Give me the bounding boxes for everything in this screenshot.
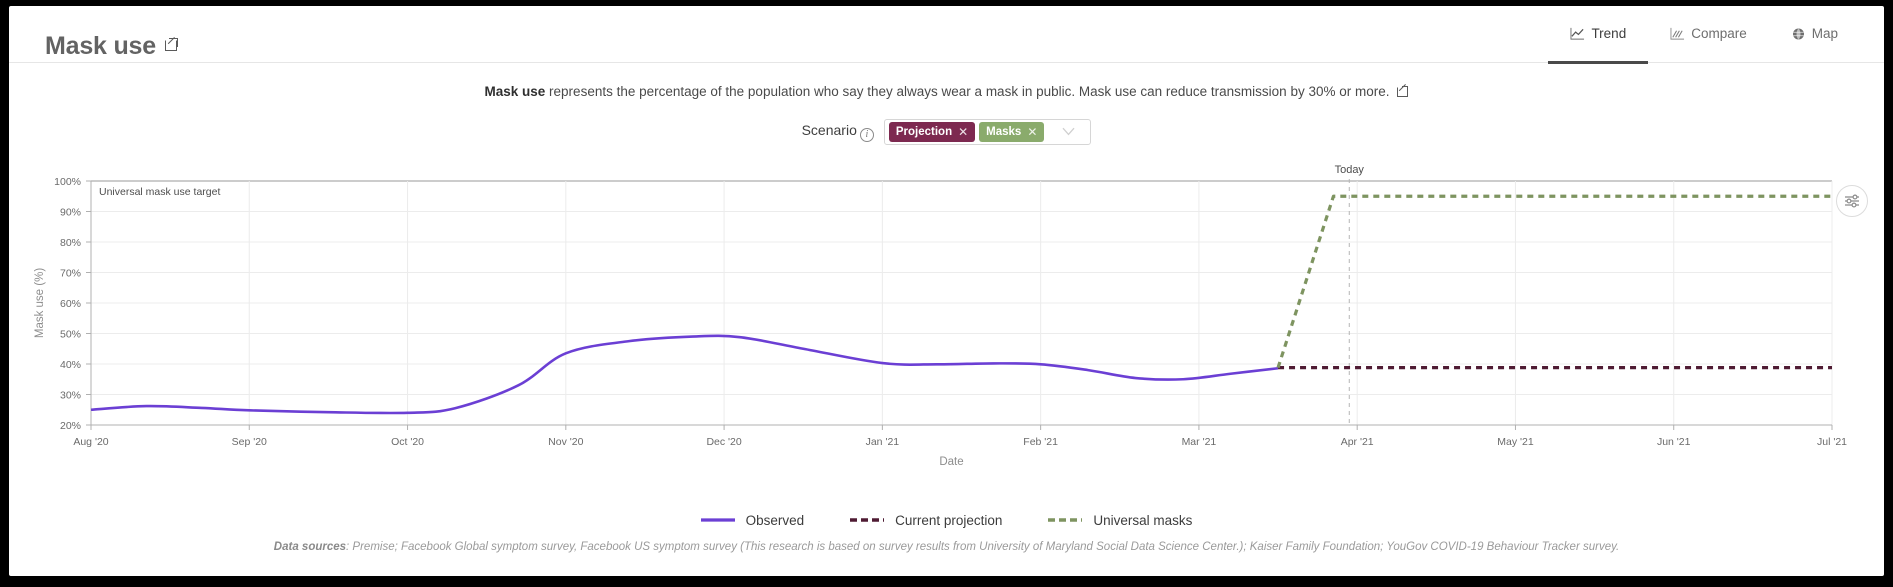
scenario-select[interactable]: Projection ✕ Masks ✕: [883, 118, 1092, 145]
scenario-chip-projection[interactable]: Projection ✕: [888, 121, 976, 142]
panel-header: Mask use Trend Compare Map: [9, 6, 1884, 64]
chart-ytick-label: 40%: [60, 359, 81, 371]
chart-annotation-label-target: Universal mask use target: [99, 186, 220, 198]
close-icon[interactable]: ✕: [1027, 126, 1037, 138]
chart-xtick-label: May '21: [1497, 436, 1534, 448]
chart-settings-button[interactable]: [1836, 184, 1868, 217]
close-icon[interactable]: ✕: [958, 126, 968, 138]
description-text: represents the percentage of the populat…: [545, 84, 1390, 99]
chart-ytick-label: 80%: [60, 237, 81, 249]
view-tabs: Trend Compare Map: [1548, 6, 1860, 64]
chart-x-axis-title: Date: [939, 456, 963, 468]
chart-xtick-label: Sep '20: [232, 436, 267, 448]
mask-use-panel: Mask use Trend Compare Map Mask use repr…: [9, 6, 1884, 576]
description-external-link-icon[interactable]: [1397, 84, 1409, 97]
chart-series-line[interactable]: [1276, 194, 1832, 369]
chart-legend: Observed Current projection Universal ma…: [9, 513, 1884, 528]
chart-xtick-label: Jul '21: [1817, 436, 1847, 448]
chart-ytick-label: 60%: [60, 298, 81, 310]
sliders-icon: [1845, 194, 1859, 208]
panel-description: Mask use represents the percentage of th…: [9, 63, 1884, 102]
tab-compare[interactable]: Compare: [1648, 6, 1769, 64]
legend-swatch-solid-icon: [700, 518, 735, 522]
tab-trend-label: Trend: [1591, 26, 1627, 41]
chart-ytick-label: 30%: [60, 389, 81, 401]
legend-swatch-dashed-icon: [1048, 518, 1083, 523]
chart-xtick-label: Jun '21: [1657, 436, 1691, 448]
scenario-chip-projection-label: Projection: [895, 125, 953, 138]
data-sources-text: : Premise; Facebook Global symptom surve…: [346, 540, 1620, 553]
scenario-chip-masks[interactable]: Masks ✕: [979, 121, 1045, 142]
chart-xtick-label: Jan '21: [866, 436, 900, 448]
scenario-label: Scenario: [801, 121, 857, 138]
chart-ytick-label: 100%: [54, 176, 81, 188]
chart-ytick-label: 50%: [60, 328, 81, 340]
scenario-chip-masks-label: Masks: [986, 125, 1022, 138]
chart-xtick-label: Aug '20: [73, 436, 108, 448]
tab-trend[interactable]: Trend: [1548, 6, 1649, 64]
bar-chart-icon: [1670, 27, 1685, 40]
globe-icon: [1792, 27, 1804, 40]
chart-xtick-label: Dec '20: [706, 436, 741, 448]
description-lead: Mask use: [484, 84, 546, 99]
chart-xtick-label: Mar '21: [1182, 436, 1217, 448]
trend-chart[interactable]: 20% 30% 40% 50% 60% 70% 80% 90% 100% Aug '20 Sep '…: [9, 157, 1884, 509]
scenario-label-group: Scenario i: [802, 122, 874, 142]
chart-series-line[interactable]: [90, 334, 1279, 415]
legend-item-universal-masks[interactable]: Universal masks: [1048, 513, 1192, 528]
data-sources: Data sources: Premise; Facebook Global s…: [9, 541, 1884, 553]
chart-ytick-label: 70%: [60, 267, 81, 279]
data-sources-label: Data sources: [273, 540, 347, 553]
legend-label-observed: Observed: [745, 512, 805, 528]
legend-item-current-projection[interactable]: Current projection: [850, 513, 1002, 528]
legend-swatch-dashed-icon: [850, 518, 885, 523]
external-link-icon[interactable]: [164, 37, 177, 51]
tab-map[interactable]: Map: [1769, 6, 1860, 64]
chart-ytick-label: 90%: [60, 206, 81, 218]
chart-xtick-label: Feb '21: [1023, 436, 1058, 448]
chart-container: 20% 30% 40% 50% 60% 70% 80% 90% 100% Aug '20 Sep '…: [9, 157, 1884, 509]
page-title-text: Mask use: [45, 32, 156, 60]
tab-compare-label: Compare: [1691, 26, 1747, 41]
scenario-row: Scenario i Projection ✕ Masks ✕: [9, 118, 1884, 145]
legend-label-universal-masks: Universal masks: [1093, 512, 1193, 528]
chart-xtick-label: Nov '20: [548, 436, 583, 448]
legend-label-current-projection: Current projection: [895, 512, 1003, 528]
legend-item-observed[interactable]: Observed: [700, 512, 805, 528]
line-chart-icon: [1570, 27, 1585, 40]
chart-y-axis-title: Mask use (%): [34, 268, 46, 338]
page-title: Mask use: [45, 32, 177, 61]
info-icon[interactable]: i: [859, 127, 874, 142]
chart-ytick-label: 20%: [60, 420, 81, 432]
chart-annotation-label-today: Today: [1335, 164, 1365, 176]
chart-xtick-label: Oct '20: [391, 436, 424, 448]
chevron-down-icon[interactable]: [1048, 127, 1088, 136]
chart-xtick-label: Apr '21: [1341, 436, 1374, 448]
tab-map-label: Map: [1811, 26, 1838, 41]
screenshot-root: Mask use Trend Compare Map Mask use repr…: [0, 0, 1893, 587]
